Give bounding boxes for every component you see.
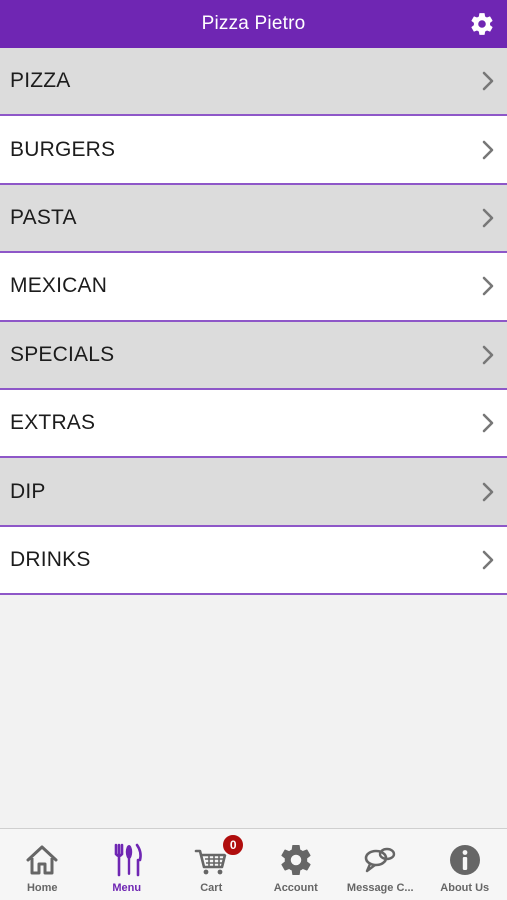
category-list: PIZZA BURGERS PASTA MEXICAN SPECIALS EXT… [0, 48, 507, 596]
category-pasta[interactable]: PASTA [0, 184, 507, 254]
category-dip[interactable]: DIP [0, 458, 507, 527]
chevron-right-icon [482, 482, 494, 501]
tab-label: About Us [440, 882, 490, 894]
settings-gear-icon[interactable] [469, 11, 495, 37]
category-label: DRINKS [10, 547, 91, 571]
category-specials[interactable]: SPECIALS [0, 321, 507, 390]
chevron-right-icon [482, 345, 494, 365]
tab-message-center[interactable]: Message C... [338, 829, 423, 900]
tab-label: Message C... [346, 882, 414, 894]
chevron-right-icon [482, 208, 494, 228]
app-title: Pizza Pietro [201, 13, 306, 34]
tab-label: Menu [112, 882, 142, 894]
category-extras[interactable]: EXTRAS [0, 389, 507, 459]
chevron-right-icon [482, 277, 494, 296]
tab-menu[interactable]: Menu [85, 829, 170, 900]
category-label: BURGERS [10, 137, 116, 161]
gear-icon [281, 845, 311, 876]
info-icon [449, 845, 480, 875]
fork-knife-icon [114, 843, 142, 877]
tab-label: Cart [200, 882, 223, 894]
app-screen: Pizza Pietro PIZZA BURGERS PASTA MEXICAN… [0, 0, 507, 900]
category-mexican[interactable]: MEXICAN [0, 253, 507, 322]
category-drinks[interactable]: DRINKS [0, 526, 507, 596]
chevron-right-icon [482, 550, 494, 570]
tab-label: Home [26, 882, 58, 894]
home-icon [26, 845, 58, 875]
tab-cart[interactable]: 0 Cart [169, 829, 254, 900]
tab-label: Account [273, 882, 318, 894]
category-label: PASTA [10, 205, 77, 229]
chevron-right-icon [482, 140, 494, 159]
chevron-right-icon [482, 413, 494, 433]
tab-home[interactable]: Home [0, 829, 85, 900]
category-label: PIZZA [10, 69, 71, 93]
cart-count-badge: 0 [221, 833, 246, 857]
category-burgers[interactable]: BURGERS [0, 116, 507, 185]
top-bar: Pizza Pietro [0, 0, 507, 48]
chat-bubbles-icon [364, 847, 396, 873]
tab-about-us[interactable]: About Us [423, 829, 507, 900]
category-label: DIP [10, 479, 46, 503]
chevron-right-icon [482, 71, 494, 91]
category-label: MEXICAN [10, 274, 108, 298]
category-label: EXTRAS [10, 411, 96, 435]
category-pizza[interactable]: PIZZA [0, 48, 507, 117]
bottom-tab-bar: Home Menu 0 Cart Account Message C... Ab… [0, 828, 507, 900]
tab-account[interactable]: Account [254, 829, 339, 900]
category-label: SPECIALS [10, 342, 115, 366]
